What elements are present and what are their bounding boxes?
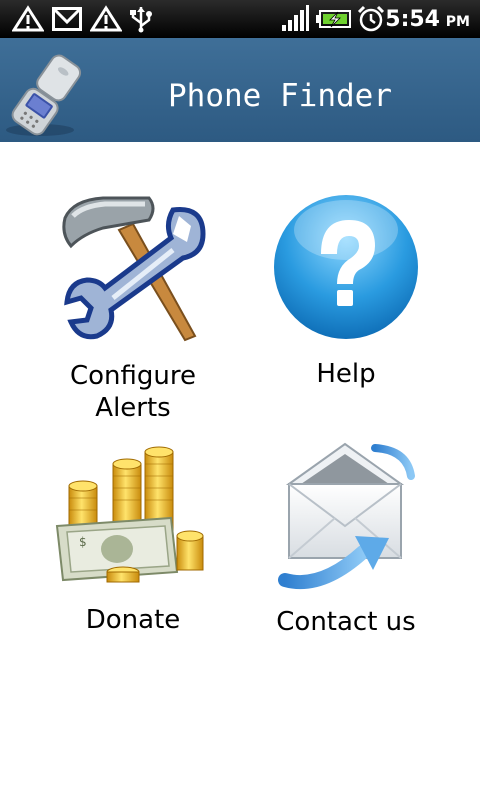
usb-icon: [130, 7, 152, 33]
menu-item-configure-alerts[interactable]: Configure Alerts: [13, 190, 253, 424]
battery-charging-icon: [316, 10, 351, 28]
donate-label: Donate: [85, 605, 181, 635]
gmail-icon: [52, 7, 82, 31]
contact-us-label: Contact us: [276, 607, 416, 637]
help-icon: [274, 195, 418, 339]
help-label: Help: [316, 359, 376, 389]
alarm-clock-icon: [357, 5, 385, 32]
money-icon: $: [55, 446, 204, 583]
tools-icon: [62, 196, 206, 342]
status-bar: 5:54 PM: [0, 0, 480, 38]
clock-ampm: PM: [445, 14, 470, 30]
menu-item-help[interactable]: Help: [226, 192, 466, 390]
flip-phone-icon: [6, 54, 82, 136]
alert-icon: [90, 5, 122, 32]
signal-icon: [282, 5, 309, 31]
menu-item-donate[interactable]: $ Donate: [13, 442, 253, 636]
clock-time: 5:54: [385, 7, 440, 32]
configure-alerts-label: Configure Alerts: [69, 361, 196, 423]
alert-icon: [12, 5, 44, 32]
envelope-icon: [278, 442, 415, 590]
svg-text:$: $: [79, 535, 87, 549]
title-bar: Phone Finder: [0, 38, 480, 142]
app-title: Phone Finder: [168, 78, 392, 114]
menu-item-contact-us[interactable]: Contact us: [226, 440, 466, 638]
